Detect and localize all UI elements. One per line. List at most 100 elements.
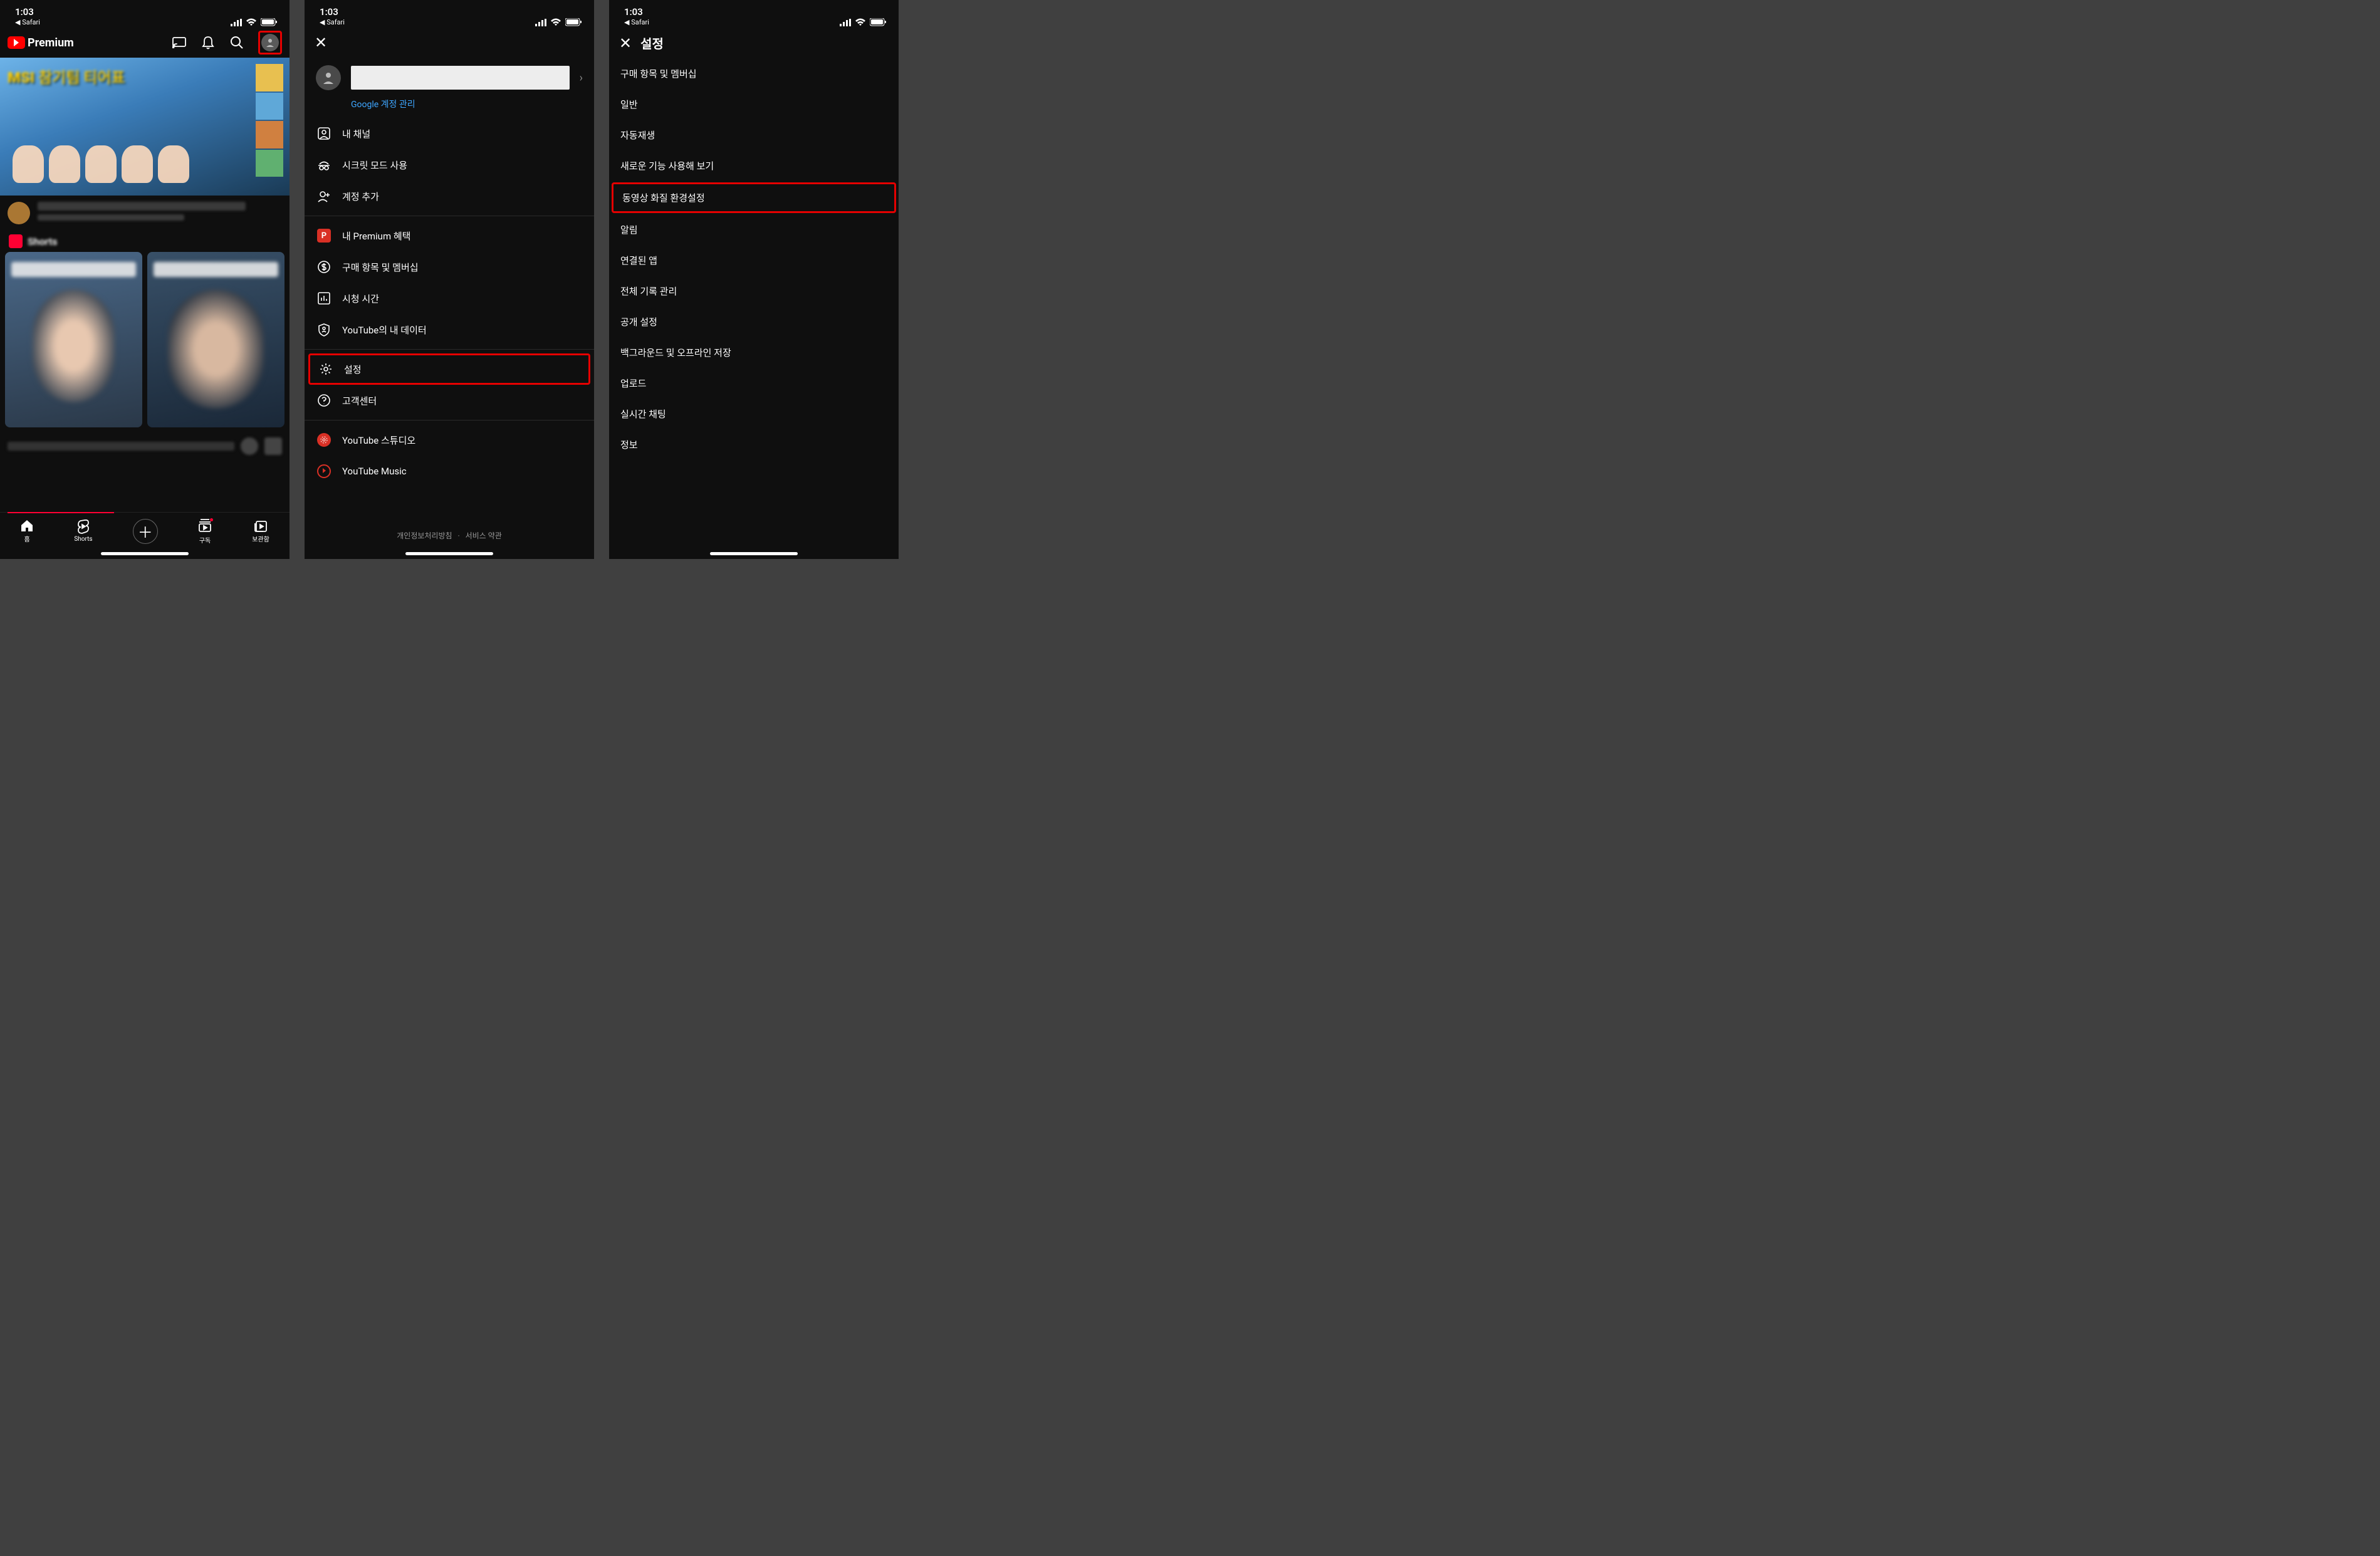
wifi-icon: [855, 18, 866, 26]
status-time: 1:03: [320, 6, 345, 18]
menu-item-YouTube Music[interactable]: YouTube Music: [305, 456, 594, 487]
menu-item-label: YouTube의 내 데이터: [342, 323, 427, 337]
status-time: 1:03: [624, 6, 649, 18]
screen-youtube-home: 1:03 ◀ Safari Premium MSI 참기팀 티어표: [0, 0, 290, 559]
settings-item-일반[interactable]: 일반: [609, 89, 899, 120]
search-icon[interactable]: [229, 35, 244, 50]
signal-icon: [231, 19, 242, 26]
menu-item-내 Premium 혜택[interactable]: P 내 Premium 혜택: [305, 220, 594, 251]
back-to-safari[interactable]: ◀ Safari: [320, 18, 345, 26]
dollar-icon: [317, 260, 331, 274]
nav-home[interactable]: 홈: [20, 519, 34, 543]
menu-item-label: 시청 시간: [342, 292, 379, 305]
screen-settings: 1:03 ◀ Safari ✕ 설정 구매 항목 및 멤버십일반자동재생새로운 …: [609, 0, 899, 559]
short-card-1[interactable]: [5, 252, 142, 427]
settings-header: ✕ 설정: [609, 28, 899, 58]
home-indicator[interactable]: [101, 552, 189, 555]
menu-item-시청 시간[interactable]: 시청 시간: [305, 283, 594, 314]
battery-icon: [870, 18, 886, 26]
settings-item-백그라운드 및 오프라인 저장[interactable]: 백그라운드 및 오프라인 저장: [609, 337, 899, 368]
settings-item-동영상 화질 환경설정[interactable]: 동영상 화질 환경설정: [612, 182, 896, 213]
shield-icon: [317, 323, 331, 337]
footer-links: 개인정보처리방침 · 서비스 약관: [305, 521, 594, 550]
manage-google-account-link[interactable]: Google 계정 관리: [305, 98, 594, 118]
status-bar: 1:03 ◀ Safari: [609, 0, 899, 28]
youtube-header: Premium: [0, 28, 290, 58]
youtube-play-icon: [8, 36, 25, 49]
profile-avatar-button[interactable]: [261, 34, 279, 51]
status-indicators: [231, 18, 277, 26]
menu-item-label: 설정: [344, 363, 362, 376]
nav-library[interactable]: 보관함: [252, 519, 269, 543]
nav-shorts[interactable]: Shorts: [74, 520, 92, 543]
studio-icon: [317, 433, 331, 447]
menu-item-계정 추가[interactable]: 계정 추가: [305, 180, 594, 212]
settings-item-업로드[interactable]: 업로드: [609, 368, 899, 399]
menu-item-시크릿 모드 사용[interactable]: 시크릿 모드 사용: [305, 149, 594, 180]
close-icon[interactable]: ✕: [315, 34, 327, 51]
menu-item-YouTube 스튜디오[interactable]: YouTube 스튜디오: [305, 424, 594, 456]
battery-icon: [261, 18, 277, 26]
gear-icon: [319, 362, 333, 376]
progress-underline: [8, 512, 114, 513]
back-to-safari[interactable]: ◀ Safari: [624, 18, 649, 26]
settings-list: 구매 항목 및 멤버십일반자동재생새로운 기능 사용해 보기동영상 화질 환경설…: [609, 58, 899, 460]
menu-item-고객센터[interactable]: 고객센터: [305, 385, 594, 416]
wifi-icon: [246, 18, 257, 26]
chevron-right-icon: ›: [580, 71, 583, 85]
menu-header: ✕: [305, 28, 594, 58]
account-row[interactable]: ›: [305, 58, 594, 98]
privacy-link[interactable]: 개인정보처리방침: [397, 531, 452, 540]
settings-item-새로운 기능 사용해 보기[interactable]: 새로운 기능 사용해 보기: [609, 150, 899, 181]
menu-item-label: 내 Premium 혜택: [342, 229, 410, 243]
incognito-icon: [317, 158, 331, 172]
youtube-premium-logo[interactable]: Premium: [8, 36, 74, 50]
menu-item-label: YouTube 스튜디오: [342, 434, 415, 447]
divider: [305, 349, 594, 350]
menu-item-label: 계정 추가: [342, 190, 379, 203]
menu-group-b: P 내 Premium 혜택구매 항목 및 멤버십시청 시간 YouTube의 내 …: [305, 220, 594, 345]
close-icon[interactable]: ✕: [619, 34, 632, 52]
signal-icon: [840, 19, 851, 26]
settings-item-구매 항목 및 멤버십[interactable]: 구매 항목 및 멤버십: [609, 58, 899, 89]
bottom-blurred-row: [0, 427, 290, 465]
nav-create[interactable]: ＋: [133, 519, 158, 544]
status-indicators: [840, 18, 886, 26]
status-time: 1:03: [15, 6, 40, 18]
adduser-icon: [317, 189, 331, 203]
home-indicator[interactable]: [405, 552, 493, 555]
cast-icon[interactable]: [172, 35, 187, 50]
menu-item-YouTube의 내 데이터[interactable]: YouTube의 내 데이터: [305, 314, 594, 345]
battery-icon: [565, 18, 582, 26]
settings-item-알림[interactable]: 알림: [609, 214, 899, 245]
menu-item-label: 내 채널: [342, 127, 370, 140]
settings-item-연결된 앱[interactable]: 연결된 앱: [609, 245, 899, 276]
settings-item-자동재생[interactable]: 자동재생: [609, 120, 899, 150]
video-thumbnail-blurred[interactable]: MSI 참기팀 티어표: [0, 58, 290, 196]
short-card-2[interactable]: [147, 252, 284, 427]
settings-item-공개 설정[interactable]: 공개 설정: [609, 306, 899, 337]
music-icon: [317, 464, 331, 478]
P-icon: P: [317, 229, 331, 243]
user-icon: [317, 127, 331, 140]
menu-group-c: 설정고객센터: [305, 353, 594, 416]
back-to-safari[interactable]: ◀ Safari: [15, 18, 40, 26]
shorts-row: [0, 252, 290, 427]
bottom-nav: 홈 Shorts ＋ 구독 보관함: [0, 512, 290, 550]
profile-highlight: [258, 31, 282, 55]
channel-avatar[interactable]: [8, 202, 30, 224]
video-metadata-blurred[interactable]: [0, 196, 290, 231]
settings-item-정보[interactable]: 정보: [609, 429, 899, 460]
chart-icon: [317, 291, 331, 305]
settings-item-실시간 채팅[interactable]: 실시간 채팅: [609, 399, 899, 429]
menu-item-구매 항목 및 멤버십[interactable]: 구매 항목 및 멤버십: [305, 251, 594, 283]
nav-subscriptions[interactable]: 구독: [198, 518, 212, 545]
menu-item-내 채널[interactable]: 내 채널: [305, 118, 594, 149]
settings-item-전체 기록 관리[interactable]: 전체 기록 관리: [609, 276, 899, 306]
tos-link[interactable]: 서비스 약관: [466, 531, 502, 540]
menu-item-설정[interactable]: 설정: [308, 353, 590, 385]
home-indicator[interactable]: [710, 552, 798, 555]
shorts-section-header: Shorts: [0, 231, 290, 252]
notifications-icon[interactable]: [201, 35, 216, 50]
signal-icon: [535, 19, 546, 26]
